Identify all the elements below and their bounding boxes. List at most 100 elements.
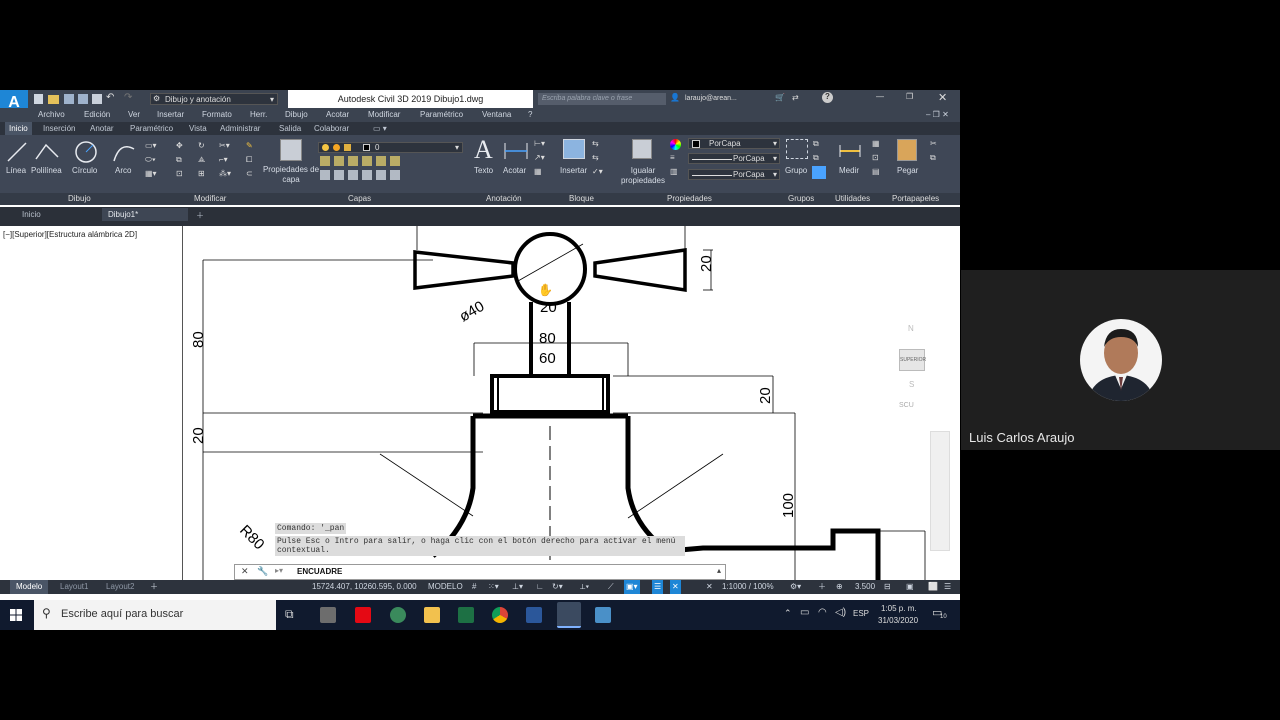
- network-icon[interactable]: ▭: [800, 607, 809, 618]
- annotation-table-icon[interactable]: ▦: [534, 167, 542, 176]
- photos-app-icon[interactable]: [390, 607, 406, 623]
- tab-salida[interactable]: Salida: [279, 122, 301, 135]
- coordinates[interactable]: 15724.407, 10260.595, 0.000: [312, 580, 417, 594]
- calculator-icon[interactable]: ▦: [872, 139, 880, 148]
- tab-insercion[interactable]: Inserción: [43, 122, 75, 135]
- menu-help[interactable]: ?: [528, 108, 532, 122]
- print-icon[interactable]: [92, 94, 102, 104]
- search-box[interactable]: Escriba palabra clave o frase: [538, 93, 666, 105]
- panel-grupos[interactable]: Grupos: [788, 193, 814, 205]
- color-wheel-icon[interactable]: [670, 139, 681, 150]
- group-button[interactable]: Grupo: [785, 166, 807, 175]
- grid-icon[interactable]: #: [472, 580, 476, 594]
- cut-icon[interactable]: ✂: [930, 139, 937, 148]
- volume-icon[interactable]: ◁): [835, 607, 846, 618]
- layout-tab-layout2[interactable]: Layout2: [106, 580, 134, 594]
- minimize-icon[interactable]: —: [876, 92, 884, 101]
- menu-ver[interactable]: Ver: [128, 108, 140, 122]
- lineweight-icon[interactable]: ▥: [670, 167, 678, 176]
- group-edit-icon[interactable]: ⧉: [813, 153, 819, 163]
- linear-dim-icon[interactable]: ⊢▾: [534, 139, 545, 148]
- text-button[interactable]: Texto: [474, 166, 493, 175]
- ungroup-icon[interactable]: ⧉: [813, 139, 819, 149]
- menu-acotar[interactable]: Acotar: [326, 108, 349, 122]
- isolate-icon[interactable]: ⊕: [836, 580, 843, 594]
- maximize-icon[interactable]: ❐: [906, 92, 913, 101]
- array-icon[interactable]: ⁂▾: [219, 169, 231, 178]
- civil3d-app-icon[interactable]: [595, 607, 611, 623]
- close-command-icon[interactable]: ✕: [241, 566, 249, 577]
- new-tab-icon[interactable]: ＋: [196, 210, 204, 221]
- tab-parametrico[interactable]: Paramétrico: [130, 122, 173, 135]
- move-icon[interactable]: ✥: [176, 141, 183, 150]
- help-icon[interactable]: ?: [822, 92, 833, 103]
- open-folder-icon[interactable]: [48, 95, 59, 104]
- erase-icon[interactable]: ✎: [246, 141, 253, 150]
- offset-icon[interactable]: ⊂: [246, 169, 253, 178]
- menu-modificar[interactable]: Modificar: [368, 108, 400, 122]
- osnap-icon[interactable]: ⟂▾: [580, 580, 589, 594]
- create-block-icon[interactable]: ⇆: [592, 139, 599, 148]
- measure-icon[interactable]: [838, 141, 862, 159]
- panel-utilidades[interactable]: Utilidades: [835, 193, 870, 205]
- panel-propiedades[interactable]: Propiedades: [667, 193, 712, 205]
- workspace-gear-icon[interactable]: ⚙▾: [790, 580, 801, 594]
- menu-edicion[interactable]: Edición: [84, 108, 110, 122]
- selection-cycling-icon[interactable]: ▣▾: [624, 580, 640, 594]
- paste-icon[interactable]: [897, 139, 917, 161]
- menu-insertar[interactable]: Insertar: [157, 108, 184, 122]
- autocad-app-icon[interactable]: [557, 602, 581, 628]
- scale-icon[interactable]: ⊞: [198, 169, 205, 178]
- hardware-accel-icon[interactable]: ⊟: [884, 580, 891, 594]
- annotation-visibility-icon[interactable]: ☰: [652, 580, 664, 594]
- panel-modificar[interactable]: Modificar: [194, 193, 226, 205]
- menu-archivo[interactable]: Archivo: [38, 108, 65, 122]
- save-icon[interactable]: [64, 94, 74, 104]
- text-icon[interactable]: A: [474, 135, 493, 165]
- leader-icon[interactable]: ↗▾: [534, 153, 545, 162]
- word-app-icon[interactable]: [526, 607, 542, 623]
- dimension-icon[interactable]: [502, 139, 530, 161]
- copy-icon[interactable]: ⧉: [176, 155, 182, 165]
- panel-anotacion[interactable]: Anotación: [486, 193, 522, 205]
- match-properties-button[interactable]: Igualar propiedades: [620, 166, 666, 186]
- layer-properties-icon[interactable]: [280, 139, 302, 161]
- close-icon[interactable]: ✕: [938, 91, 947, 104]
- tray-chevron-icon[interactable]: ⌃: [784, 608, 792, 619]
- navigation-bar[interactable]: [930, 431, 950, 551]
- linetype-dropdown[interactable]: PorCapa ▾: [688, 153, 780, 164]
- excel-app-icon[interactable]: [458, 607, 474, 623]
- tab-inicio[interactable]: Inicio: [5, 122, 32, 135]
- tab-administrar[interactable]: Administrar: [220, 122, 260, 135]
- hatch-icon[interactable]: ⬭▾: [145, 155, 156, 165]
- annotation-autoscale-icon[interactable]: ✕: [670, 580, 681, 594]
- menu-dibujo[interactable]: Dibujo: [285, 108, 308, 122]
- viewcube-north[interactable]: N: [908, 324, 914, 333]
- customize-icon[interactable]: ☰: [944, 580, 951, 594]
- explode-icon[interactable]: ⧠: [246, 155, 252, 165]
- panel-capas[interactable]: Capas: [348, 193, 371, 205]
- color-dropdown[interactable]: PorCapa ▾: [688, 138, 780, 149]
- trim-icon[interactable]: ✂▾: [219, 141, 230, 150]
- id-point-icon[interactable]: ▤: [872, 167, 880, 176]
- arc-button[interactable]: Arco: [115, 166, 131, 175]
- measure-button[interactable]: Medir: [839, 166, 859, 175]
- match-properties-icon[interactable]: [632, 139, 652, 159]
- layout-tab-modelo[interactable]: Modelo: [10, 580, 49, 594]
- copy-clip-icon[interactable]: ⧉: [930, 153, 936, 163]
- file-tab-dibujo1[interactable]: Dibujo1*: [102, 208, 188, 221]
- group-icon[interactable]: [786, 139, 808, 159]
- isodraft-icon[interactable]: ↻▾: [552, 580, 563, 594]
- panel-portapapeles[interactable]: Portapapeles: [892, 193, 939, 205]
- rectangle-icon[interactable]: ▭▾: [145, 141, 157, 150]
- layout-tab-layout1[interactable]: Layout1: [60, 580, 88, 594]
- units-value[interactable]: 3.500: [855, 580, 875, 594]
- ribbon-options-icon[interactable]: ▭ ▾: [373, 122, 387, 135]
- polyline-button[interactable]: Polilínea: [31, 166, 62, 175]
- block-attr-icon[interactable]: ✓▾: [592, 167, 603, 176]
- windows-start-icon[interactable]: [10, 609, 22, 621]
- annotation-scale-icon[interactable]: ✕: [706, 580, 713, 594]
- dimension-button[interactable]: Acotar: [503, 166, 526, 175]
- calculator-app-icon[interactable]: [320, 607, 336, 623]
- tab-colaborar[interactable]: Colaborar: [314, 122, 349, 135]
